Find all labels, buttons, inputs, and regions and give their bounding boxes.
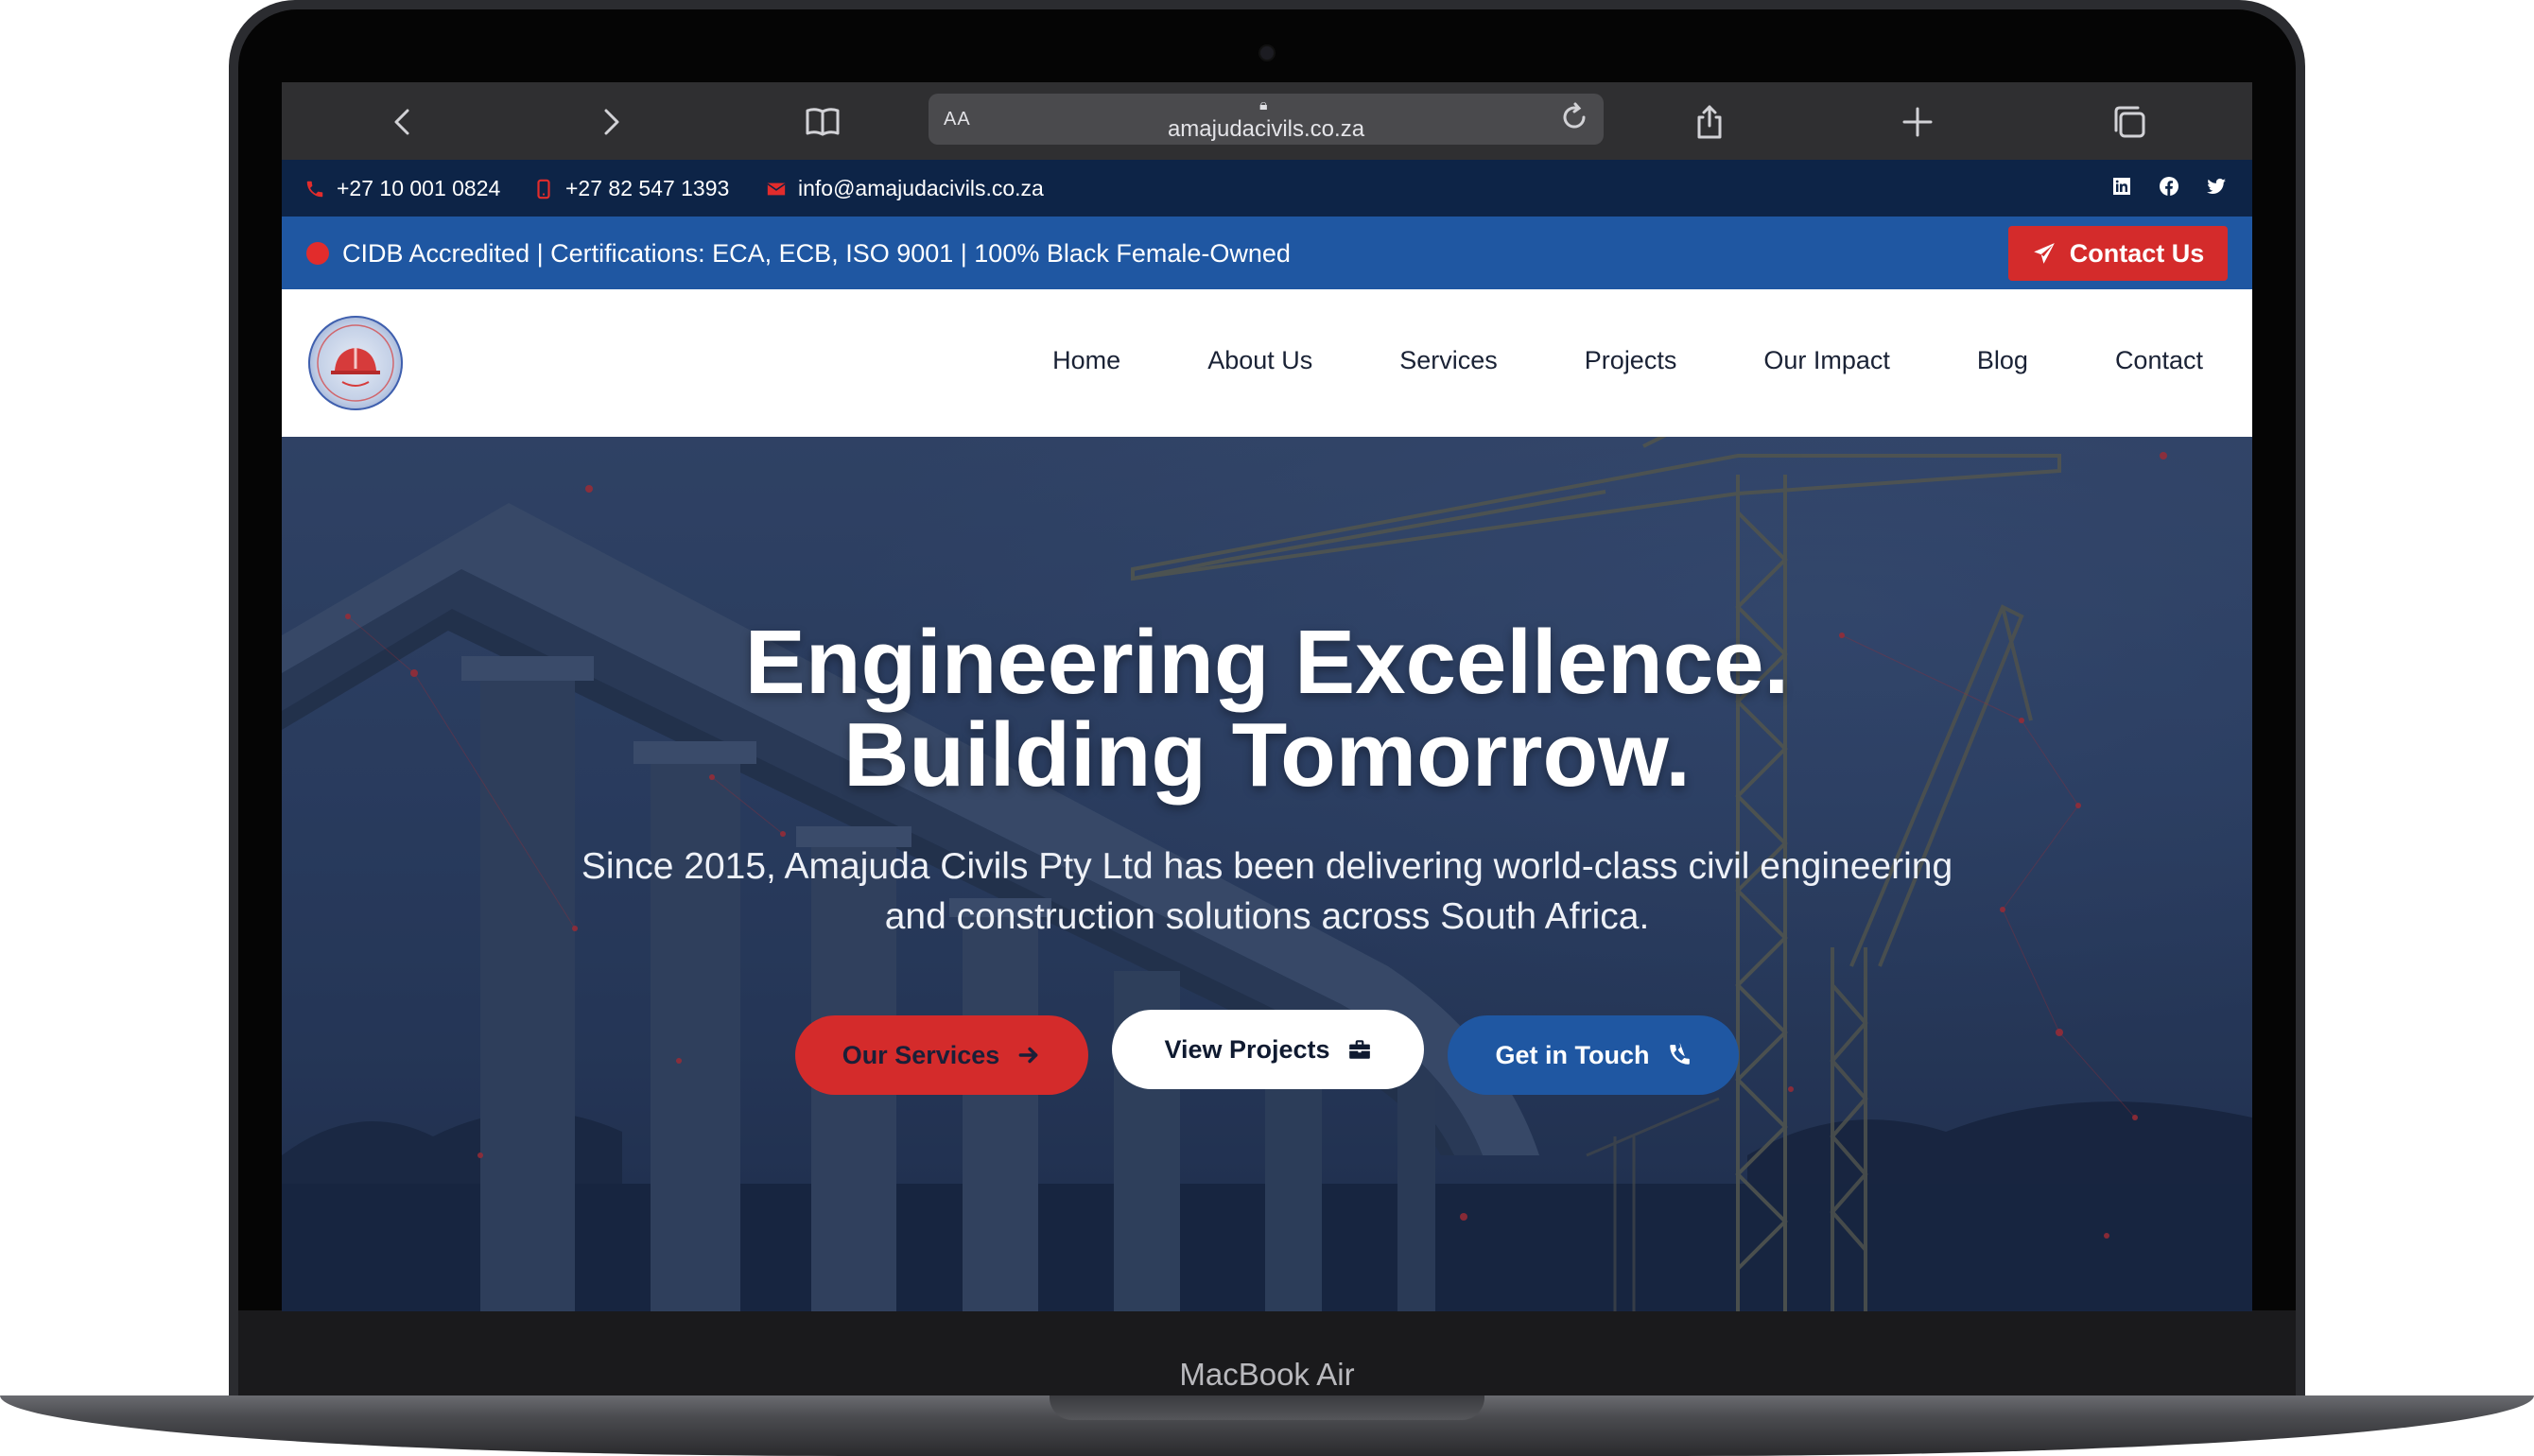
- view-projects-label: View Projects: [1164, 1034, 1330, 1064]
- device-label: MacBook Air: [1179, 1357, 1355, 1392]
- view-projects-button[interactable]: View Projects: [1112, 1010, 1424, 1089]
- phone-1[interactable]: +27 10 001 0824: [304, 176, 500, 201]
- arrow-right-icon: [1018, 1047, 1038, 1064]
- nav-contact[interactable]: Contact: [2115, 346, 2203, 375]
- hero-title-line-2: Building Tomorrow.: [843, 704, 1691, 806]
- lock-icon: 🔒︎: [1259, 97, 1268, 113]
- linkedin-icon[interactable]: [2110, 175, 2133, 198]
- get-in-touch-button[interactable]: Get in Touch: [1448, 1015, 1739, 1095]
- social-links: [2110, 175, 2228, 198]
- hero-section: Engineering Excellence. Building Tomorro…: [282, 437, 2252, 1311]
- url-text: amajudacivils.co.za: [1167, 116, 1365, 142]
- envelope-icon: [767, 182, 786, 195]
- email-text: info@amajudacivils.co.za: [798, 176, 1044, 200]
- paper-plane-icon: [2033, 243, 2055, 264]
- phone-1-text: +27 10 001 0824: [337, 176, 501, 200]
- nav-home[interactable]: Home: [1052, 346, 1120, 375]
- nav-links: Home About Us Services Projects Our Impa…: [1052, 346, 2203, 375]
- our-services-label: Our Services: [842, 1040, 1000, 1069]
- new-tab-icon[interactable]: [1895, 99, 1940, 145]
- email-link[interactable]: info@amajudacivils.co.za: [766, 176, 1044, 201]
- reload-icon[interactable]: [1558, 101, 1594, 137]
- nav-services[interactable]: Services: [1399, 346, 1498, 375]
- phone-icon: [306, 181, 323, 197]
- hero-title-line-1: Engineering Excellence.: [744, 612, 1790, 713]
- hardhat-logo-icon: [317, 324, 394, 402]
- contact-us-label: Contact Us: [2069, 238, 2205, 268]
- screen: AA 🔒︎ amajudacivils.co.za +27 10 001 082…: [282, 82, 2252, 1311]
- share-icon[interactable]: [1687, 99, 1732, 145]
- phone-icon: [1669, 1043, 1690, 1065]
- contact-us-button[interactable]: Contact Us: [2008, 226, 2228, 281]
- nav-about-us[interactable]: About Us: [1207, 346, 1312, 375]
- nav-projects[interactable]: Projects: [1585, 346, 1677, 375]
- accreditation-bar: CIDB Accredited | Certifications: ECA, E…: [282, 217, 2252, 289]
- get-in-touch-label: Get in Touch: [1495, 1040, 1650, 1069]
- hero-title: Engineering Excellence. Building Tomorro…: [282, 616, 2252, 802]
- briefcase-icon: [1348, 1040, 1370, 1059]
- phone-2-text: +27 82 547 1393: [565, 176, 730, 200]
- main-nav: Home About Us Services Projects Our Impa…: [282, 289, 2252, 437]
- accreditation-text: CIDB Accredited | Certifications: ECA, E…: [342, 239, 1291, 268]
- phone-2[interactable]: +27 82 547 1393: [533, 176, 729, 201]
- forward-icon[interactable]: [588, 99, 634, 145]
- tabs-icon[interactable]: [2107, 99, 2152, 145]
- nav-our-impact[interactable]: Our Impact: [1763, 346, 1890, 375]
- company-logo[interactable]: [308, 316, 403, 410]
- address-bar[interactable]: AA 🔒︎ amajudacivils.co.za: [929, 94, 1604, 145]
- nav-blog[interactable]: Blog: [1977, 346, 2028, 375]
- our-services-button[interactable]: Our Services: [795, 1015, 1088, 1095]
- facebook-icon[interactable]: [2158, 175, 2180, 198]
- bookmarks-icon[interactable]: [800, 99, 845, 145]
- back-icon[interactable]: [380, 99, 425, 145]
- browser-toolbar: AA 🔒︎ amajudacivils.co.za: [282, 82, 2252, 160]
- laptop-notch: [1050, 1395, 1484, 1420]
- camera-icon: [1260, 46, 1274, 60]
- mobile-icon: [537, 179, 550, 199]
- status-dot-icon: [306, 242, 329, 265]
- contact-topbar: +27 10 001 0824 +27 82 547 1393 info@ama…: [282, 160, 2252, 217]
- twitter-icon[interactable]: [2205, 175, 2228, 198]
- hero-subtitle: Since 2015, Amajuda Civils Pty Ltd has b…: [581, 846, 1953, 937]
